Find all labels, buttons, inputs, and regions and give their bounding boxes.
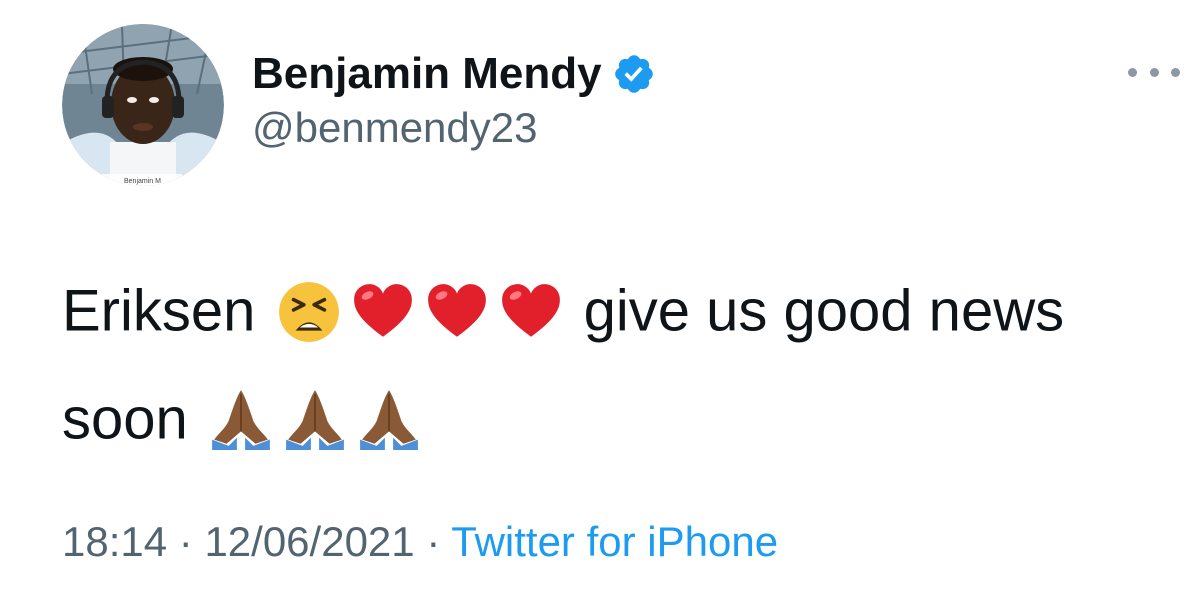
avatar[interactable]: Benjamin M xyxy=(62,24,224,186)
tweet-text-part: give us good news xyxy=(583,278,1065,344)
tweet-source-link[interactable]: Twitter for iPhone xyxy=(451,518,778,565)
folded-hands-emoji-icon xyxy=(208,386,274,452)
meta-separator: · xyxy=(167,518,205,565)
tweet-meta: 18:14 · 12/06/2021 · Twitter for iPhone xyxy=(62,518,778,566)
more-dot xyxy=(1171,67,1180,77)
author-name-row: Benjamin Mendy xyxy=(252,44,656,104)
avatar-caption: Benjamin M xyxy=(124,178,161,185)
tweet-text-part: soon xyxy=(62,386,188,452)
red-heart-emoji-icon xyxy=(350,279,416,345)
more-dot xyxy=(1128,67,1137,77)
meta-separator: · xyxy=(414,518,452,565)
display-name[interactable]: Benjamin Mendy xyxy=(252,49,602,99)
tweet-text-part: Eriksen xyxy=(62,278,256,344)
folded-hands-emoji-icon xyxy=(282,386,348,452)
verified-badge-icon xyxy=(612,52,656,96)
tweet-time[interactable]: 18:14 xyxy=(62,518,167,565)
red-heart-emoji-icon xyxy=(498,279,564,345)
red-heart-emoji-icon xyxy=(424,279,490,345)
more-options-icon[interactable] xyxy=(1128,60,1180,84)
author-handle[interactable]: @benmendy23 xyxy=(252,104,538,152)
folded-hands-emoji-icon xyxy=(356,386,422,452)
more-dot xyxy=(1149,67,1159,77)
tweet-date[interactable]: 12/06/2021 xyxy=(204,518,414,565)
tweet-text: Eriksen give us good news soon xyxy=(62,256,1182,471)
tired-face-emoji-icon xyxy=(276,279,342,345)
